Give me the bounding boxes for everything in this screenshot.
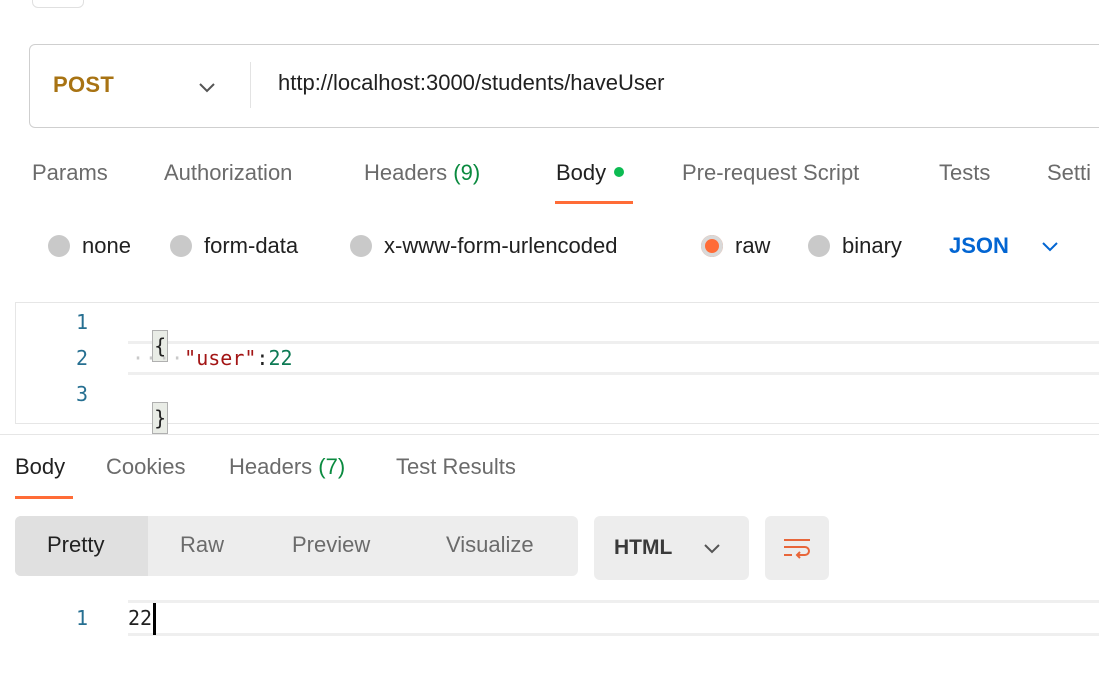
modified-dot-icon: [614, 167, 625, 177]
radio-selected-icon: [701, 235, 723, 257]
line-number: 1: [75, 606, 88, 630]
tab-authorization[interactable]: Authorization: [164, 160, 292, 186]
tab-label: Body: [556, 160, 607, 185]
chevron-down-icon[interactable]: [196, 76, 218, 98]
tab-label: Body: [15, 454, 66, 479]
tab-headers[interactable]: Headers (9): [364, 160, 480, 186]
radio-icon: [808, 235, 830, 257]
response-language-label: HTML: [614, 536, 673, 559]
tab-label: Authorization: [164, 160, 293, 185]
response-tab-cookies[interactable]: Cookies: [106, 454, 185, 480]
top-control-remnant: [32, 0, 84, 8]
radio-icon: [48, 235, 70, 257]
line-number: 3: [75, 382, 88, 406]
body-format-select[interactable]: JSON: [949, 233, 1009, 259]
tab-tests[interactable]: Tests: [939, 160, 990, 186]
radio-label: binary: [842, 233, 902, 258]
tab-label: Headers: [229, 454, 313, 479]
line-number: 2: [75, 346, 88, 370]
response-tab-headers[interactable]: Headers (7): [229, 454, 345, 480]
tab-label: Tests: [939, 160, 991, 185]
response-active-line: [128, 600, 1099, 636]
headers-count: (9): [453, 160, 481, 185]
radio-label: raw: [735, 233, 771, 258]
response-tab-body[interactable]: Body: [15, 454, 65, 480]
radio-icon: [170, 235, 192, 257]
radio-binary[interactable]: binary: [808, 233, 902, 259]
headers-count: (7): [318, 454, 346, 479]
close-brace: }: [152, 402, 169, 434]
view-mode-raw[interactable]: Raw: [180, 532, 224, 558]
response-body-content[interactable]: 22: [128, 606, 152, 630]
json-key: "user": [184, 346, 257, 370]
code-line-2: ····"user":22: [132, 346, 293, 370]
tab-body[interactable]: Body: [556, 160, 625, 186]
tab-settings[interactable]: Setti: [1047, 160, 1091, 186]
tab-label: Test Results: [396, 454, 516, 479]
tab-params[interactable]: Params: [32, 160, 108, 186]
radio-form-data[interactable]: form-data: [170, 233, 298, 259]
radio-raw[interactable]: raw: [701, 233, 770, 259]
tab-label: Cookies: [106, 454, 186, 479]
code-line-3: }: [128, 378, 169, 434]
wrap-lines-icon: [784, 539, 810, 559]
response-tab-test-results[interactable]: Test Results: [396, 454, 516, 480]
line-number: 1: [75, 310, 88, 334]
tab-pre-request-script[interactable]: Pre-request Script: [682, 160, 859, 186]
active-response-tab-indicator: [15, 496, 73, 499]
tab-label: Headers: [364, 160, 448, 185]
tab-label: Setti: [1047, 160, 1092, 185]
radio-label: none: [82, 233, 131, 258]
radio-label: x-www-form-urlencoded: [384, 233, 618, 258]
url-input[interactable]: [278, 70, 1078, 96]
radio-x-www-form-urlencoded[interactable]: x-www-form-urlencoded: [350, 233, 618, 259]
view-mode-visualize[interactable]: Visualize: [446, 532, 534, 558]
view-mode-pretty[interactable]: Pretty: [47, 532, 104, 558]
radio-label: form-data: [204, 233, 299, 258]
radio-icon: [350, 235, 372, 257]
url-separator: [250, 62, 251, 108]
active-tab-indicator: [555, 201, 633, 204]
chevron-down-icon: [704, 544, 720, 554]
section-divider: [0, 434, 1099, 435]
json-value: 22: [268, 346, 293, 370]
json-colon: :: [256, 346, 269, 370]
text-cursor: [153, 603, 156, 635]
view-mode-preview[interactable]: Preview: [292, 532, 370, 558]
indent-guides: ····: [132, 346, 185, 370]
radio-none[interactable]: none: [48, 233, 131, 259]
tab-label: Pre-request Script: [682, 160, 860, 185]
tab-label: Params: [32, 160, 108, 185]
method-select[interactable]: POST: [53, 72, 114, 98]
chevron-down-icon[interactable]: [1040, 236, 1060, 256]
